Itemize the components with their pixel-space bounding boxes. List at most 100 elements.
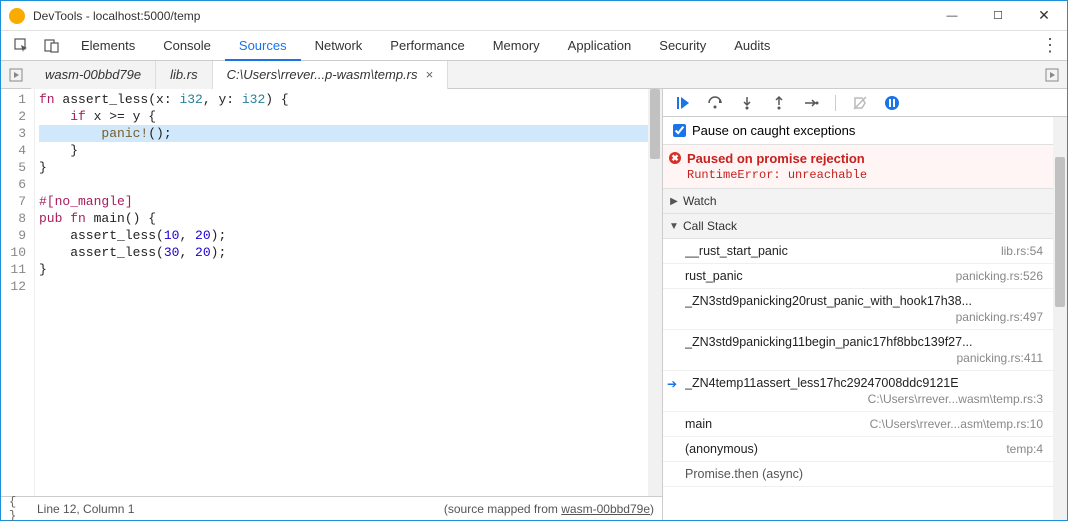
line-number[interactable]: 2 [1,108,26,125]
code-line[interactable]: if x >= y { [39,108,662,125]
stack-frame[interactable]: rust_panic panicking.rs:526 [663,264,1053,289]
code-line[interactable]: #[no_mangle] [39,193,662,210]
chevron-right-icon: ▶ [669,196,679,207]
inspect-element-icon[interactable] [11,35,33,57]
frame-location[interactable]: panicking.rs:411 [685,351,1043,365]
more-options-icon[interactable]: ⋮ [1039,35,1061,56]
title-bar: DevTools - localhost:5000/temp — ☐ ✕ [1,1,1067,31]
code-body[interactable]: fn assert_less(x: i32, y: i32) { if x >=… [35,89,662,496]
stack-frame[interactable]: (anonymous)temp:4 [663,437,1053,462]
code-editor[interactable]: 123456789101112 fn assert_less(x: i32, y… [1,89,662,496]
file-tab-bar: wasm-00bbd79elib.rsC:\Users\rrever...p-w… [1,61,1067,89]
step-over-icon[interactable] [705,93,725,113]
step-out-icon[interactable] [769,93,789,113]
code-line[interactable]: } [39,159,662,176]
paused-detail: RuntimeError: unreachable [687,168,1043,182]
main-tab-performance[interactable]: Performance [376,31,478,61]
code-line[interactable]: panic!(); [39,125,662,142]
code-line[interactable]: } [39,261,662,278]
chevron-down-icon: ▼ [669,221,679,232]
main-tab-sources[interactable]: Sources [225,31,301,61]
maximize-button[interactable]: ☐ [975,1,1021,31]
error-icon: ✖ [669,152,681,164]
stack-frame[interactable]: _ZN3std9panicking11begin_panic17hf8bbc13… [663,330,1053,371]
code-line[interactable]: pub fn main() { [39,210,662,227]
debugger-scrollbar[interactable] [1053,117,1067,520]
file-tab[interactable]: wasm-00bbd79e [31,61,156,89]
resume-icon[interactable] [673,93,693,113]
pause-on-caught-row[interactable]: Pause on caught exceptions [663,117,1053,145]
step-into-icon[interactable] [737,93,757,113]
close-tab-icon[interactable]: × [426,67,434,82]
file-tab-label: C:\Users\rrever...p-wasm\temp.rs [227,67,418,82]
stack-frame[interactable]: _ZN3std9panicking20rust_panic_with_hook1… [663,289,1053,330]
close-button[interactable]: ✕ [1021,1,1067,31]
frame-function: rust_panic [685,269,946,283]
debugger-pane: Pause on caught exceptions ✖ Paused on p… [663,89,1067,520]
frame-location[interactable]: C:\Users\rrever...asm\temp.rs:10 [870,417,1043,431]
more-tabs-icon[interactable] [1041,64,1063,86]
code-line[interactable] [39,176,662,193]
main-tab-elements[interactable]: Elements [67,31,149,61]
source-map-info: (source mapped from wasm-00bbd79e) [444,502,654,516]
line-number[interactable]: 5 [1,159,26,176]
main-tab-audits[interactable]: Audits [720,31,784,61]
pause-exceptions-icon[interactable] [882,93,902,113]
callstack-section-header[interactable]: ▼ Call Stack [663,214,1053,239]
minimize-button[interactable]: — [929,1,975,31]
pause-on-caught-checkbox[interactable] [673,124,686,137]
main-tab-memory[interactable]: Memory [479,31,554,61]
stack-frame[interactable]: __rust_start_panic lib.rs:54 [663,239,1053,264]
device-toggle-icon[interactable] [41,35,63,57]
line-number[interactable]: 11 [1,261,26,278]
line-number[interactable]: 6 [1,176,26,193]
run-snippet-icon[interactable] [5,64,27,86]
stack-frame[interactable]: ➔ _ZN4temp11assert_less17hc29247008ddc912… [663,371,1053,412]
editor-pane: 123456789101112 fn assert_less(x: i32, y… [1,89,663,520]
code-line[interactable]: fn assert_less(x: i32, y: i32) { [39,91,662,108]
line-number[interactable]: 3 [1,125,26,142]
frame-location[interactable]: panicking.rs:497 [685,310,1043,324]
main-tabs: ElementsConsoleSourcesNetworkPerformance… [67,31,784,61]
line-number[interactable]: 12 [1,278,26,295]
paused-message: ✖ Paused on promise rejection RuntimeErr… [663,145,1053,189]
watch-label: Watch [683,194,717,208]
app-icon [9,8,25,24]
line-number[interactable]: 9 [1,227,26,244]
main-tab-console[interactable]: Console [149,31,225,61]
line-number[interactable]: 10 [1,244,26,261]
frame-function: _ZN3std9panicking11begin_panic17hf8bbc13… [685,335,1043,349]
file-tab[interactable]: C:\Users\rrever...p-wasm\temp.rs × [213,61,449,89]
line-gutter: 123456789101112 [1,89,35,496]
file-tab[interactable]: lib.rs [156,61,212,89]
pretty-print-icon[interactable]: { } [9,495,27,521]
source-map-link[interactable]: wasm-00bbd79e [561,502,650,516]
stack-frame[interactable]: mainC:\Users\rrever...asm\temp.rs:10 [663,412,1053,437]
deactivate-breakpoints-icon[interactable] [850,93,870,113]
editor-scrollbar[interactable] [648,89,662,496]
line-number[interactable]: 7 [1,193,26,210]
code-line[interactable] [39,278,662,295]
frame-function: _ZN3std9panicking20rust_panic_with_hook1… [685,294,1043,308]
cursor-position: Line 12, Column 1 [37,502,134,516]
frame-function: _ZN4temp11assert_less17hc29247008ddc9121… [685,376,1043,390]
line-number[interactable]: 8 [1,210,26,227]
watch-section-header[interactable]: ▶ Watch [663,189,1053,214]
main-tab-security[interactable]: Security [645,31,720,61]
line-number[interactable]: 1 [1,91,26,108]
step-icon[interactable] [801,93,821,113]
file-tab-label: wasm-00bbd79e [45,67,141,82]
frame-location[interactable]: lib.rs:54 [1001,244,1043,258]
frame-location[interactable]: panicking.rs:526 [956,269,1043,283]
main-tab-application[interactable]: Application [554,31,646,61]
frame-function: __rust_start_panic [685,244,991,258]
frame-location[interactable]: temp:4 [1006,442,1043,456]
debugger-panels: Pause on caught exceptions ✖ Paused on p… [663,117,1053,520]
code-line[interactable]: assert_less(30, 20); [39,244,662,261]
current-frame-icon: ➔ [667,377,677,391]
code-line[interactable]: } [39,142,662,159]
code-line[interactable]: assert_less(10, 20); [39,227,662,244]
main-tab-network[interactable]: Network [301,31,377,61]
frame-location[interactable]: C:\Users\rrever...wasm\temp.rs:3 [685,392,1043,406]
line-number[interactable]: 4 [1,142,26,159]
